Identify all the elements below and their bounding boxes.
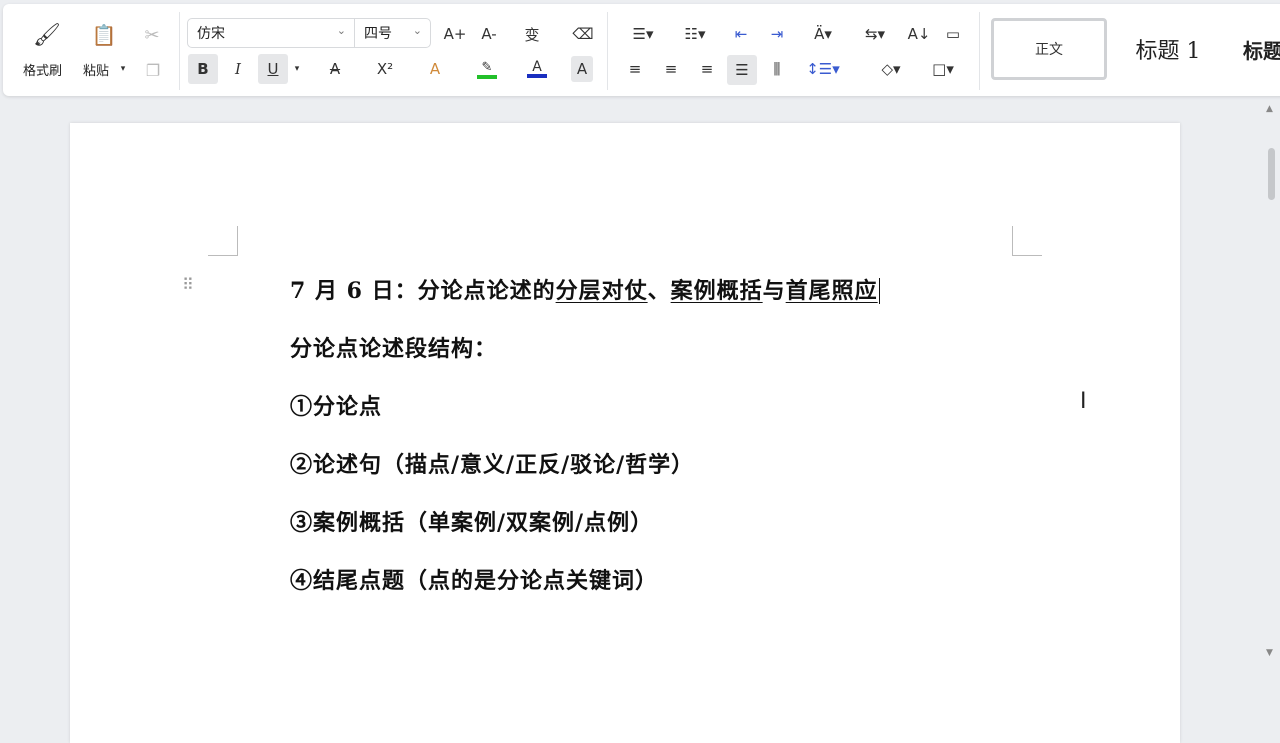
title-text: 7 月 6 日：分论点论述的 xyxy=(290,278,556,304)
scroll-up-icon[interactable]: ▲ xyxy=(1266,104,1273,114)
font-color-label: A xyxy=(532,59,542,75)
scroll-down-icon[interactable]: ▼ xyxy=(1266,648,1273,658)
drag-handle-icon[interactable]: ⠿ xyxy=(182,275,194,294)
underlined-text: 首尾照应 xyxy=(785,278,878,304)
align-left-icon[interactable]: ≡ xyxy=(621,55,649,83)
decrease-indent-icon[interactable]: ⇤ xyxy=(727,20,755,48)
font-color-bar xyxy=(527,74,547,78)
style-heading-2[interactable]: 标题 xyxy=(1243,18,1280,80)
font-color-button[interactable]: A xyxy=(515,54,559,84)
copy-icon[interactable]: ❐ xyxy=(139,56,167,84)
title-text: 与 xyxy=(762,278,786,304)
align-center-icon[interactable]: ≡ xyxy=(657,55,685,83)
border-icon[interactable]: □▾ xyxy=(923,55,963,83)
paragraph: 分论点论述段结构： xyxy=(290,336,498,362)
shrink-font-button[interactable]: A- xyxy=(475,20,503,48)
text-caret xyxy=(878,278,880,304)
italic-button[interactable]: I xyxy=(223,54,253,84)
underline-button[interactable]: U xyxy=(258,54,288,84)
superscript-button[interactable]: X² xyxy=(365,54,405,84)
paragraph: ②论述句（描点/意义/正反/驳论/哲学） xyxy=(290,452,695,478)
font-size-value: 四号 xyxy=(364,26,392,42)
justify-icon[interactable]: ☰ xyxy=(727,55,757,85)
paragraph: ①分论点 xyxy=(290,394,383,420)
numbered-list-icon[interactable]: ☷▾ xyxy=(675,20,715,48)
paste-button[interactable]: 粘贴 xyxy=(83,60,109,79)
margin-corner-mark xyxy=(208,226,238,256)
vertical-scrollbar[interactable]: ▲ ▼ xyxy=(1262,100,1280,720)
format-painter-icon[interactable]: 🖌 xyxy=(31,20,63,50)
font-family-value: 仿宋 xyxy=(197,26,225,42)
paragraph: ③案例概括（单案例/双案例/点例） xyxy=(290,510,654,536)
style-heading-1[interactable]: 标题 1 xyxy=(1113,18,1223,80)
bullet-list-icon[interactable]: ☰▾ xyxy=(623,20,663,48)
paragraph: ④结尾点题（点的是分论点关键词） xyxy=(290,568,659,594)
underlined-text: 分层对仗 xyxy=(555,278,648,304)
title-text: 、 xyxy=(647,278,671,304)
document-page[interactable]: ⠿ 7 月 6 日：分论点论述的分层对仗、案例概括与首尾照应 分论点论述段结构：… xyxy=(70,123,1180,743)
text-direction-icon[interactable]: ⇆▾ xyxy=(855,20,895,48)
clear-format-icon[interactable]: ⌫ xyxy=(569,20,597,48)
ribbon-toolbar: 🖌 格式刷 📋 粘贴 ▾ ✂ ❐ 仿宋 ⌄ 四号 ⌄ A+ A- 变 ⌫ B I U… xyxy=(3,4,1280,96)
sort-icon[interactable]: A↓ xyxy=(905,20,933,48)
document-title: 7 月 6 日：分论点论述的分层对仗、案例概括与首尾照应 xyxy=(290,273,880,305)
char-shading-button[interactable]: A xyxy=(571,56,593,82)
font-size-select[interactable]: 四号 ⌄ xyxy=(354,18,431,48)
i-beam-cursor-icon: I xyxy=(1080,389,1087,414)
align-right-icon[interactable]: ≡ xyxy=(693,55,721,83)
chevron-down-icon: ⌄ xyxy=(336,24,346,37)
margin-corner-mark xyxy=(1012,226,1042,256)
divider xyxy=(979,12,980,90)
ruler-icon[interactable]: ▭ xyxy=(939,20,967,48)
chevron-down-icon: ⌄ xyxy=(412,24,422,37)
strikethrough-button[interactable]: A xyxy=(315,54,355,84)
paragraph-shading-icon[interactable]: ◇▾ xyxy=(871,55,911,83)
grow-font-button[interactable]: A+ xyxy=(441,20,469,48)
underline-dropdown-icon[interactable]: ▾ xyxy=(290,54,304,84)
increase-indent-icon[interactable]: ⇥ xyxy=(763,20,791,48)
phonetic-guide-button[interactable]: 变 xyxy=(515,20,549,48)
divider xyxy=(607,12,608,90)
cut-icon[interactable]: ✂ xyxy=(137,20,167,50)
highlight-button[interactable]: ✎ xyxy=(465,54,509,84)
highlight-color-bar xyxy=(477,74,497,79)
divider xyxy=(179,12,180,90)
scrollbar-thumb[interactable] xyxy=(1268,148,1275,200)
bold-button[interactable]: B xyxy=(188,54,218,84)
line-spacing-icon[interactable]: ↕☰▾ xyxy=(803,55,843,83)
char-spacing-icon[interactable]: Ä▾ xyxy=(803,20,843,48)
underlined-text: 案例概括 xyxy=(670,278,763,304)
distributed-align-icon[interactable]: ⫼ xyxy=(763,55,791,83)
paste-dropdown-icon[interactable]: ▾ xyxy=(117,62,129,76)
style-normal[interactable]: 正文 xyxy=(991,18,1107,80)
paste-icon[interactable]: 📋 xyxy=(89,20,119,50)
highlighter-icon: ✎ xyxy=(481,59,493,75)
format-painter-button[interactable]: 格式刷 xyxy=(23,60,62,79)
text-effects-button[interactable]: A xyxy=(415,54,455,84)
font-family-select[interactable]: 仿宋 ⌄ xyxy=(187,18,355,48)
